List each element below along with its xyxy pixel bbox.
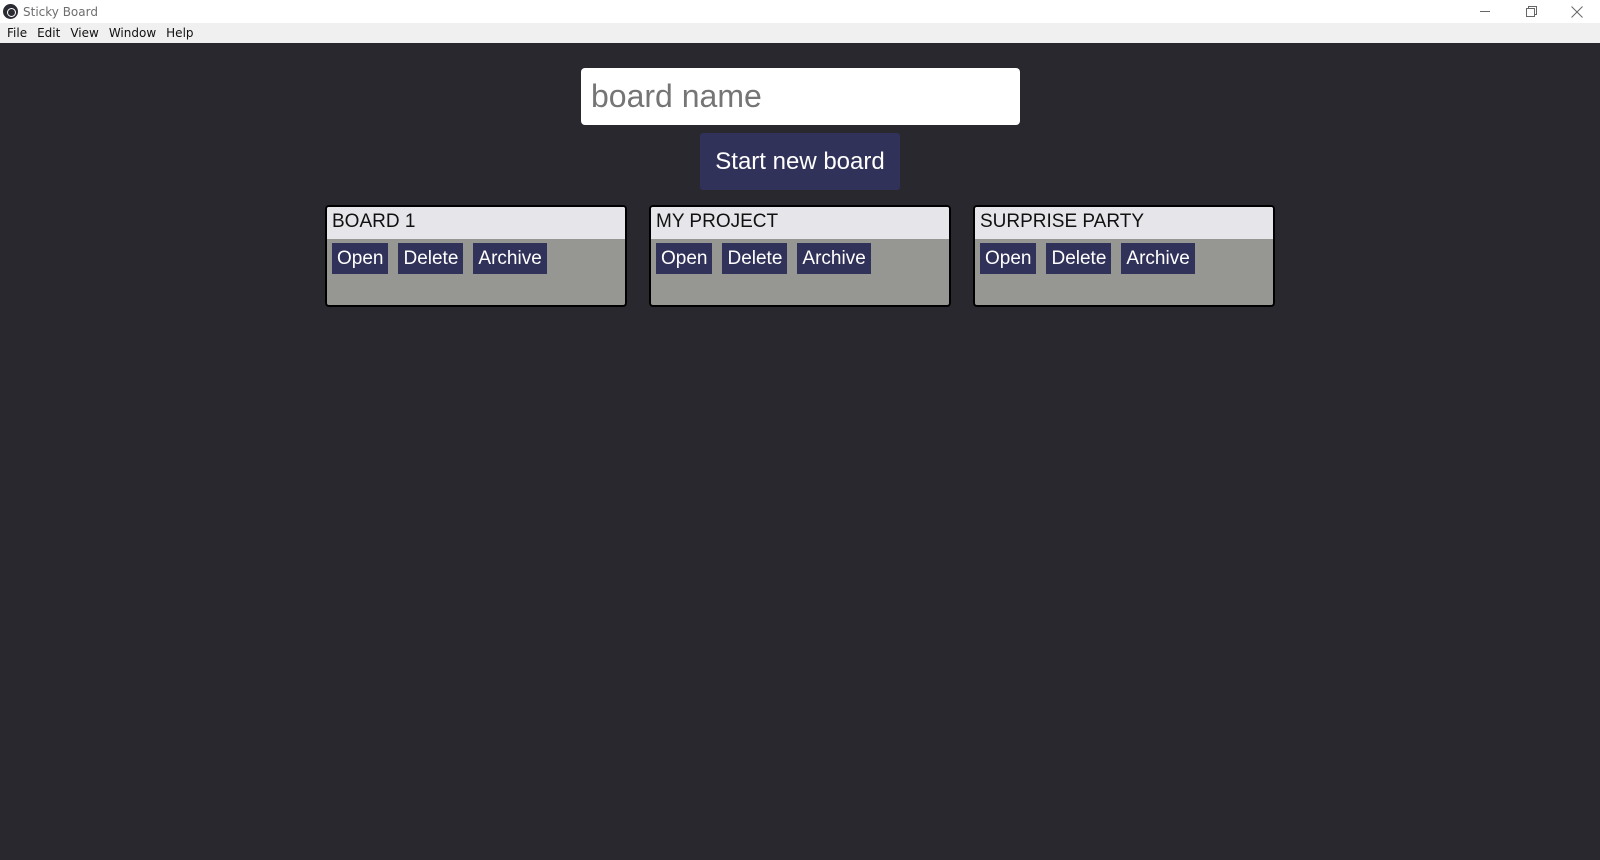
board-list: BOARD 1 Open Delete Archive MY PROJECT O…: [325, 205, 1275, 307]
board-card: MY PROJECT Open Delete Archive: [649, 205, 951, 307]
delete-button[interactable]: Delete: [722, 243, 788, 274]
archive-button[interactable]: Archive: [1121, 243, 1195, 274]
window-title: Sticky Board: [23, 4, 98, 19]
open-button[interactable]: Open: [980, 243, 1037, 274]
board-title: BOARD 1: [327, 207, 625, 239]
window-controls: [1462, 0, 1600, 23]
archive-button[interactable]: Archive: [797, 243, 871, 274]
delete-button[interactable]: Delete: [398, 243, 464, 274]
menu-view[interactable]: View: [65, 23, 103, 43]
board-card: SURPRISE PARTY Open Delete Archive: [973, 205, 1275, 307]
board-title: MY PROJECT: [651, 207, 949, 239]
board-name-input[interactable]: [581, 68, 1020, 125]
menu-edit[interactable]: Edit: [32, 23, 65, 43]
open-button[interactable]: Open: [656, 243, 713, 274]
restore-icon[interactable]: [1508, 0, 1554, 23]
close-icon[interactable]: [1554, 0, 1600, 23]
menu-bar: File Edit View Window Help: [0, 23, 1600, 43]
main-content: Start new board BOARD 1 Open Delete Arch…: [0, 43, 1600, 860]
board-actions: Open Delete Archive: [651, 239, 949, 274]
minimize-icon[interactable]: [1462, 0, 1508, 23]
start-new-board-button[interactable]: Start new board: [700, 133, 900, 190]
archive-button[interactable]: Archive: [473, 243, 547, 274]
menu-window[interactable]: Window: [104, 23, 161, 43]
open-button[interactable]: Open: [332, 243, 389, 274]
board-actions: Open Delete Archive: [327, 239, 625, 274]
delete-button[interactable]: Delete: [1046, 243, 1112, 274]
board-card: BOARD 1 Open Delete Archive: [325, 205, 627, 307]
title-bar: Sticky Board: [0, 0, 1600, 23]
menu-file[interactable]: File: [2, 23, 32, 43]
app-icon: [3, 4, 18, 19]
menu-help[interactable]: Help: [161, 23, 198, 43]
board-actions: Open Delete Archive: [975, 239, 1273, 274]
board-title: SURPRISE PARTY: [975, 207, 1273, 239]
